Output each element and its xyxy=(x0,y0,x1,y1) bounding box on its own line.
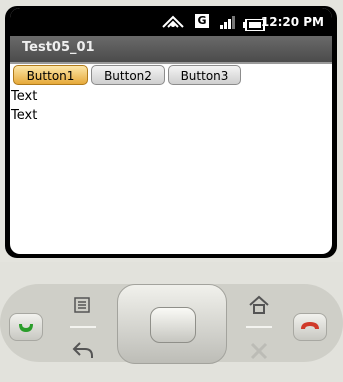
call-icon xyxy=(19,324,33,332)
hardware-controls xyxy=(0,262,343,382)
network-g-icon: G xyxy=(195,14,209,28)
divider-left xyxy=(70,326,96,328)
menu-icon[interactable] xyxy=(73,296,91,318)
dpad[interactable] xyxy=(117,284,227,364)
text-view-1: Text xyxy=(11,89,38,104)
device-bezel: G 12:20 PM Test05_01 Button1 Button2 But… xyxy=(0,0,343,262)
app-title: Test05_01 xyxy=(22,40,95,55)
back-icon[interactable] xyxy=(72,340,94,364)
status-time: 12:20 PM xyxy=(260,15,324,29)
home-icon[interactable] xyxy=(248,295,270,319)
dpad-center[interactable] xyxy=(150,307,196,343)
divider-right xyxy=(246,326,272,328)
button2[interactable]: Button2 xyxy=(91,65,165,85)
status-bar: G 12:20 PM xyxy=(10,8,332,36)
signal-icon xyxy=(219,14,237,34)
notification-icon xyxy=(160,14,186,34)
search-icon[interactable] xyxy=(249,342,269,364)
end-call-icon xyxy=(301,322,319,329)
screen: G 12:20 PM Test05_01 Button1 Button2 But… xyxy=(10,8,332,254)
title-bar: Test05_01 xyxy=(10,36,332,64)
button1[interactable]: Button1 xyxy=(13,65,88,85)
end-call-button[interactable] xyxy=(293,313,327,341)
call-button[interactable] xyxy=(9,313,43,341)
text-view-2: Text xyxy=(11,108,38,123)
button3[interactable]: Button3 xyxy=(168,65,241,85)
